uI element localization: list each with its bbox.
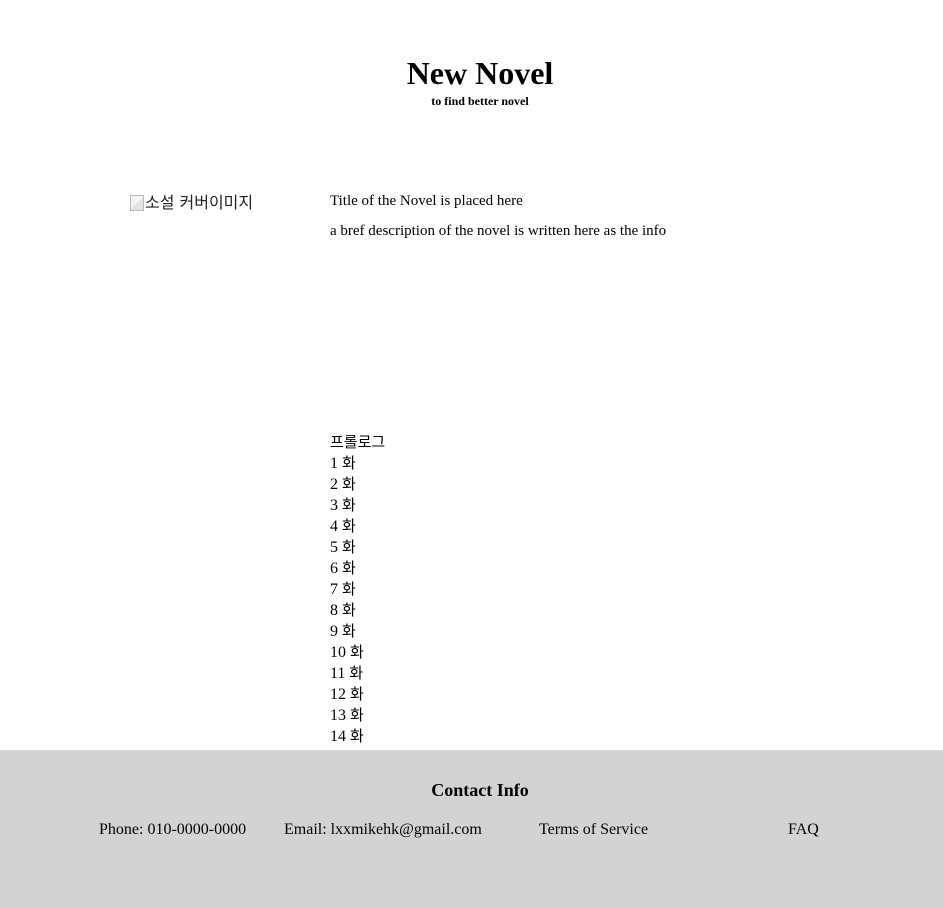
site-footer: Contact Info Phone: 010-0000-0000 Email:… xyxy=(0,750,943,908)
chapter-list-item[interactable]: 5 화 xyxy=(330,537,385,558)
chapter-list-item[interactable]: 13 화 xyxy=(330,705,385,726)
chapter-number: 9 xyxy=(330,623,338,640)
chapter-label: 화 xyxy=(349,664,364,682)
chapter-number: 11 xyxy=(330,665,346,682)
footer-phone: Phone: 010-0000-0000 xyxy=(99,821,247,838)
chapter-label: 화 xyxy=(342,475,356,493)
chapter-number: 14 xyxy=(330,728,346,745)
chapter-label: 화 xyxy=(350,727,364,745)
chapter-label: 화 xyxy=(342,538,356,556)
novel-info: Title of the Novel is placed here a bref… xyxy=(330,191,666,241)
cover-alt-text: 소설 커버이미지 xyxy=(145,193,254,212)
chapter-list-item[interactable]: 9 화 xyxy=(330,621,385,642)
chapter-list-item[interactable]: 12 화 xyxy=(330,684,385,705)
chapter-number: 13 xyxy=(330,707,346,724)
chapter-list-item[interactable]: 1 화 xyxy=(330,453,385,474)
chapter-number: 12 xyxy=(330,686,346,703)
chapter-number: 6 xyxy=(330,560,338,577)
chapter-label: 화 xyxy=(342,454,356,472)
novel-title: Title of the Novel is placed here xyxy=(330,193,523,209)
chapter-list-item[interactable]: 14 화 xyxy=(330,726,385,747)
chapter-list-item[interactable]: 8 화 xyxy=(330,600,385,621)
chapter-list-item[interactable]: 11 화 xyxy=(330,663,385,684)
chapter-list-item[interactable]: 7 화 xyxy=(330,579,385,600)
chapter-list-item[interactable]: 프롤로그 xyxy=(330,432,385,453)
chapter-list-item[interactable]: 10 화 xyxy=(330,642,385,663)
chapter-number: 2 xyxy=(330,476,338,493)
novel-cover-image: 소설 커버이미지 xyxy=(130,193,253,213)
chapter-label: 프롤로그 xyxy=(330,433,386,451)
chapter-label: 화 xyxy=(342,601,356,619)
chapter-label: 화 xyxy=(350,643,364,661)
site-title: New Novel xyxy=(406,55,554,91)
chapter-number: 3 xyxy=(330,497,338,514)
chapter-list-item[interactable]: 4 화 xyxy=(330,516,385,537)
chapter-label: 화 xyxy=(342,622,356,640)
chapter-number: 4 xyxy=(330,518,338,535)
chapter-number: 5 xyxy=(330,539,338,556)
chapter-list-item[interactable]: 6 화 xyxy=(330,558,385,579)
chapter-number: 1 xyxy=(330,455,338,472)
site-tagline: to find better novel xyxy=(431,94,529,108)
footer-heading: Contact Info xyxy=(431,780,529,800)
footer-faq-link[interactable]: FAQ xyxy=(788,820,819,840)
chapter-number: 10 xyxy=(330,644,346,661)
page: New Novel to find better novel 소설 커버이미지 … xyxy=(0,0,943,908)
footer-terms-link[interactable]: Terms of Service xyxy=(539,820,648,840)
chapter-list: 프롤로그 1 화2 화3 화4 화5 화6 화7 화8 화9 화 10 화 11 화1… xyxy=(330,432,385,747)
footer-email[interactable]: Email: lxxmikehk@gmail.com xyxy=(284,820,482,840)
chapter-label: 화 xyxy=(342,496,356,514)
novel-description: a bref description of the novel is writt… xyxy=(330,223,667,239)
chapter-label: 화 xyxy=(350,706,364,724)
site-header: New Novel to find better novel xyxy=(0,55,943,109)
chapter-list-item[interactable]: 2 화 xyxy=(330,474,385,495)
chapter-label: 화 xyxy=(342,517,356,535)
chapter-number: 8 xyxy=(330,602,338,619)
broken-image-icon xyxy=(130,195,144,211)
chapter-label: 화 xyxy=(342,580,356,598)
chapter-number: 7 xyxy=(330,581,338,598)
chapter-label: 화 xyxy=(350,685,364,703)
chapter-list-item[interactable]: 3 화 xyxy=(330,495,385,516)
chapter-label: 화 xyxy=(342,559,356,577)
